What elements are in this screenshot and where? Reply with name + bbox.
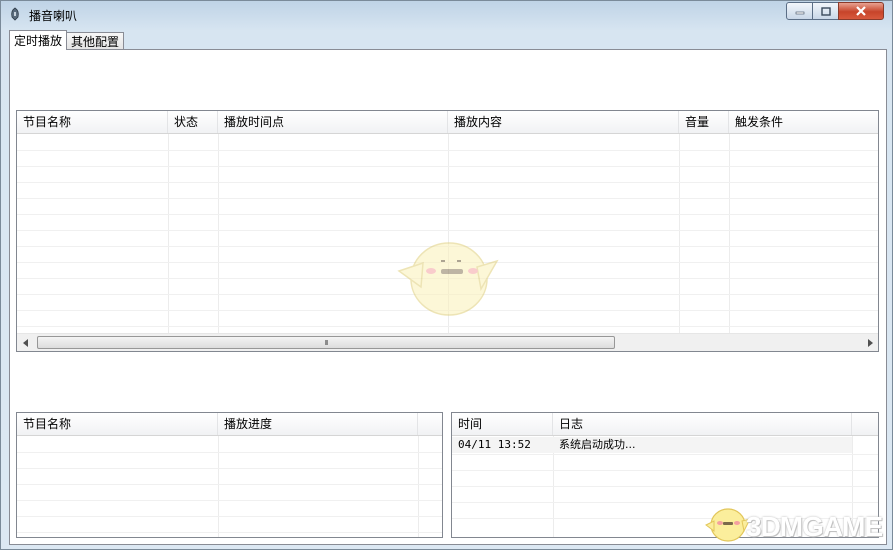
column-header-time[interactable]: 时间 [452,413,553,435]
main-window: 播音喇叭 定时播放 其他配置 节目名称 状态 播放时间点 播放内容 音量 触发条… [0,0,893,550]
scroll-left-arrow[interactable] [17,334,34,351]
close-button[interactable] [838,2,884,20]
maximize-icon [820,6,831,16]
title-bar[interactable]: 播音喇叭 [1,1,892,27]
tab-other-config[interactable]: 其他配置 [66,32,125,50]
scroll-thumb[interactable]: III [37,336,615,349]
column-header-blank [418,413,442,435]
column-header-trigger[interactable]: 触发条件 [729,111,878,133]
progress-table-header: 节目名称 播放进度 [17,413,442,436]
minimize-button[interactable] [786,2,813,20]
log-message-cell: 系统启动成功... [559,438,636,451]
arrow-left-icon [22,338,28,347]
arrow-right-icon [867,338,873,347]
column-header-status[interactable]: 状态 [168,111,218,133]
schedule-table-header: 节目名称 状态 播放时间点 播放内容 音量 触发条件 [17,111,878,134]
mascot-watermark-image [397,242,499,316]
progress-table[interactable]: 节目名称 播放进度 [16,412,443,538]
scroll-right-arrow[interactable] [861,334,878,351]
progress-table-body [17,436,442,537]
column-header-blank [852,413,878,435]
maximize-button[interactable] [812,2,839,20]
column-header-log[interactable]: 日志 [553,413,852,435]
minimize-icon [795,11,804,15]
column-header-volume[interactable]: 音量 [679,111,729,133]
column-header-play-progress[interactable]: 播放进度 [218,413,418,435]
scroll-grip: III [324,338,328,347]
column-header-play-time[interactable]: 播放时间点 [218,111,448,133]
tab-strip: 定时播放 其他配置 [9,30,125,50]
tab-scheduled-play[interactable]: 定时播放 [9,30,68,50]
mascot-logo-icon [705,508,751,542]
watermark-text: 3DMGAME [746,511,883,542]
column-header-play-content[interactable]: 播放内容 [448,111,679,133]
column-header-program-name[interactable]: 节目名称 [17,413,218,435]
window-title: 播音喇叭 [29,9,78,23]
table-row[interactable]: 04/11 13:52 系统启动成功... [452,437,852,453]
log-time-cell: 04/11 13:52 [458,438,531,451]
horizontal-scrollbar[interactable]: III [17,333,878,351]
3dmgame-watermark: 3DMGAME [704,501,888,545]
log-table-header: 时间 日志 [452,413,878,436]
speaker-app-icon [11,7,19,21]
close-icon [856,6,866,16]
column-header-program-name[interactable]: 节目名称 [17,111,168,133]
